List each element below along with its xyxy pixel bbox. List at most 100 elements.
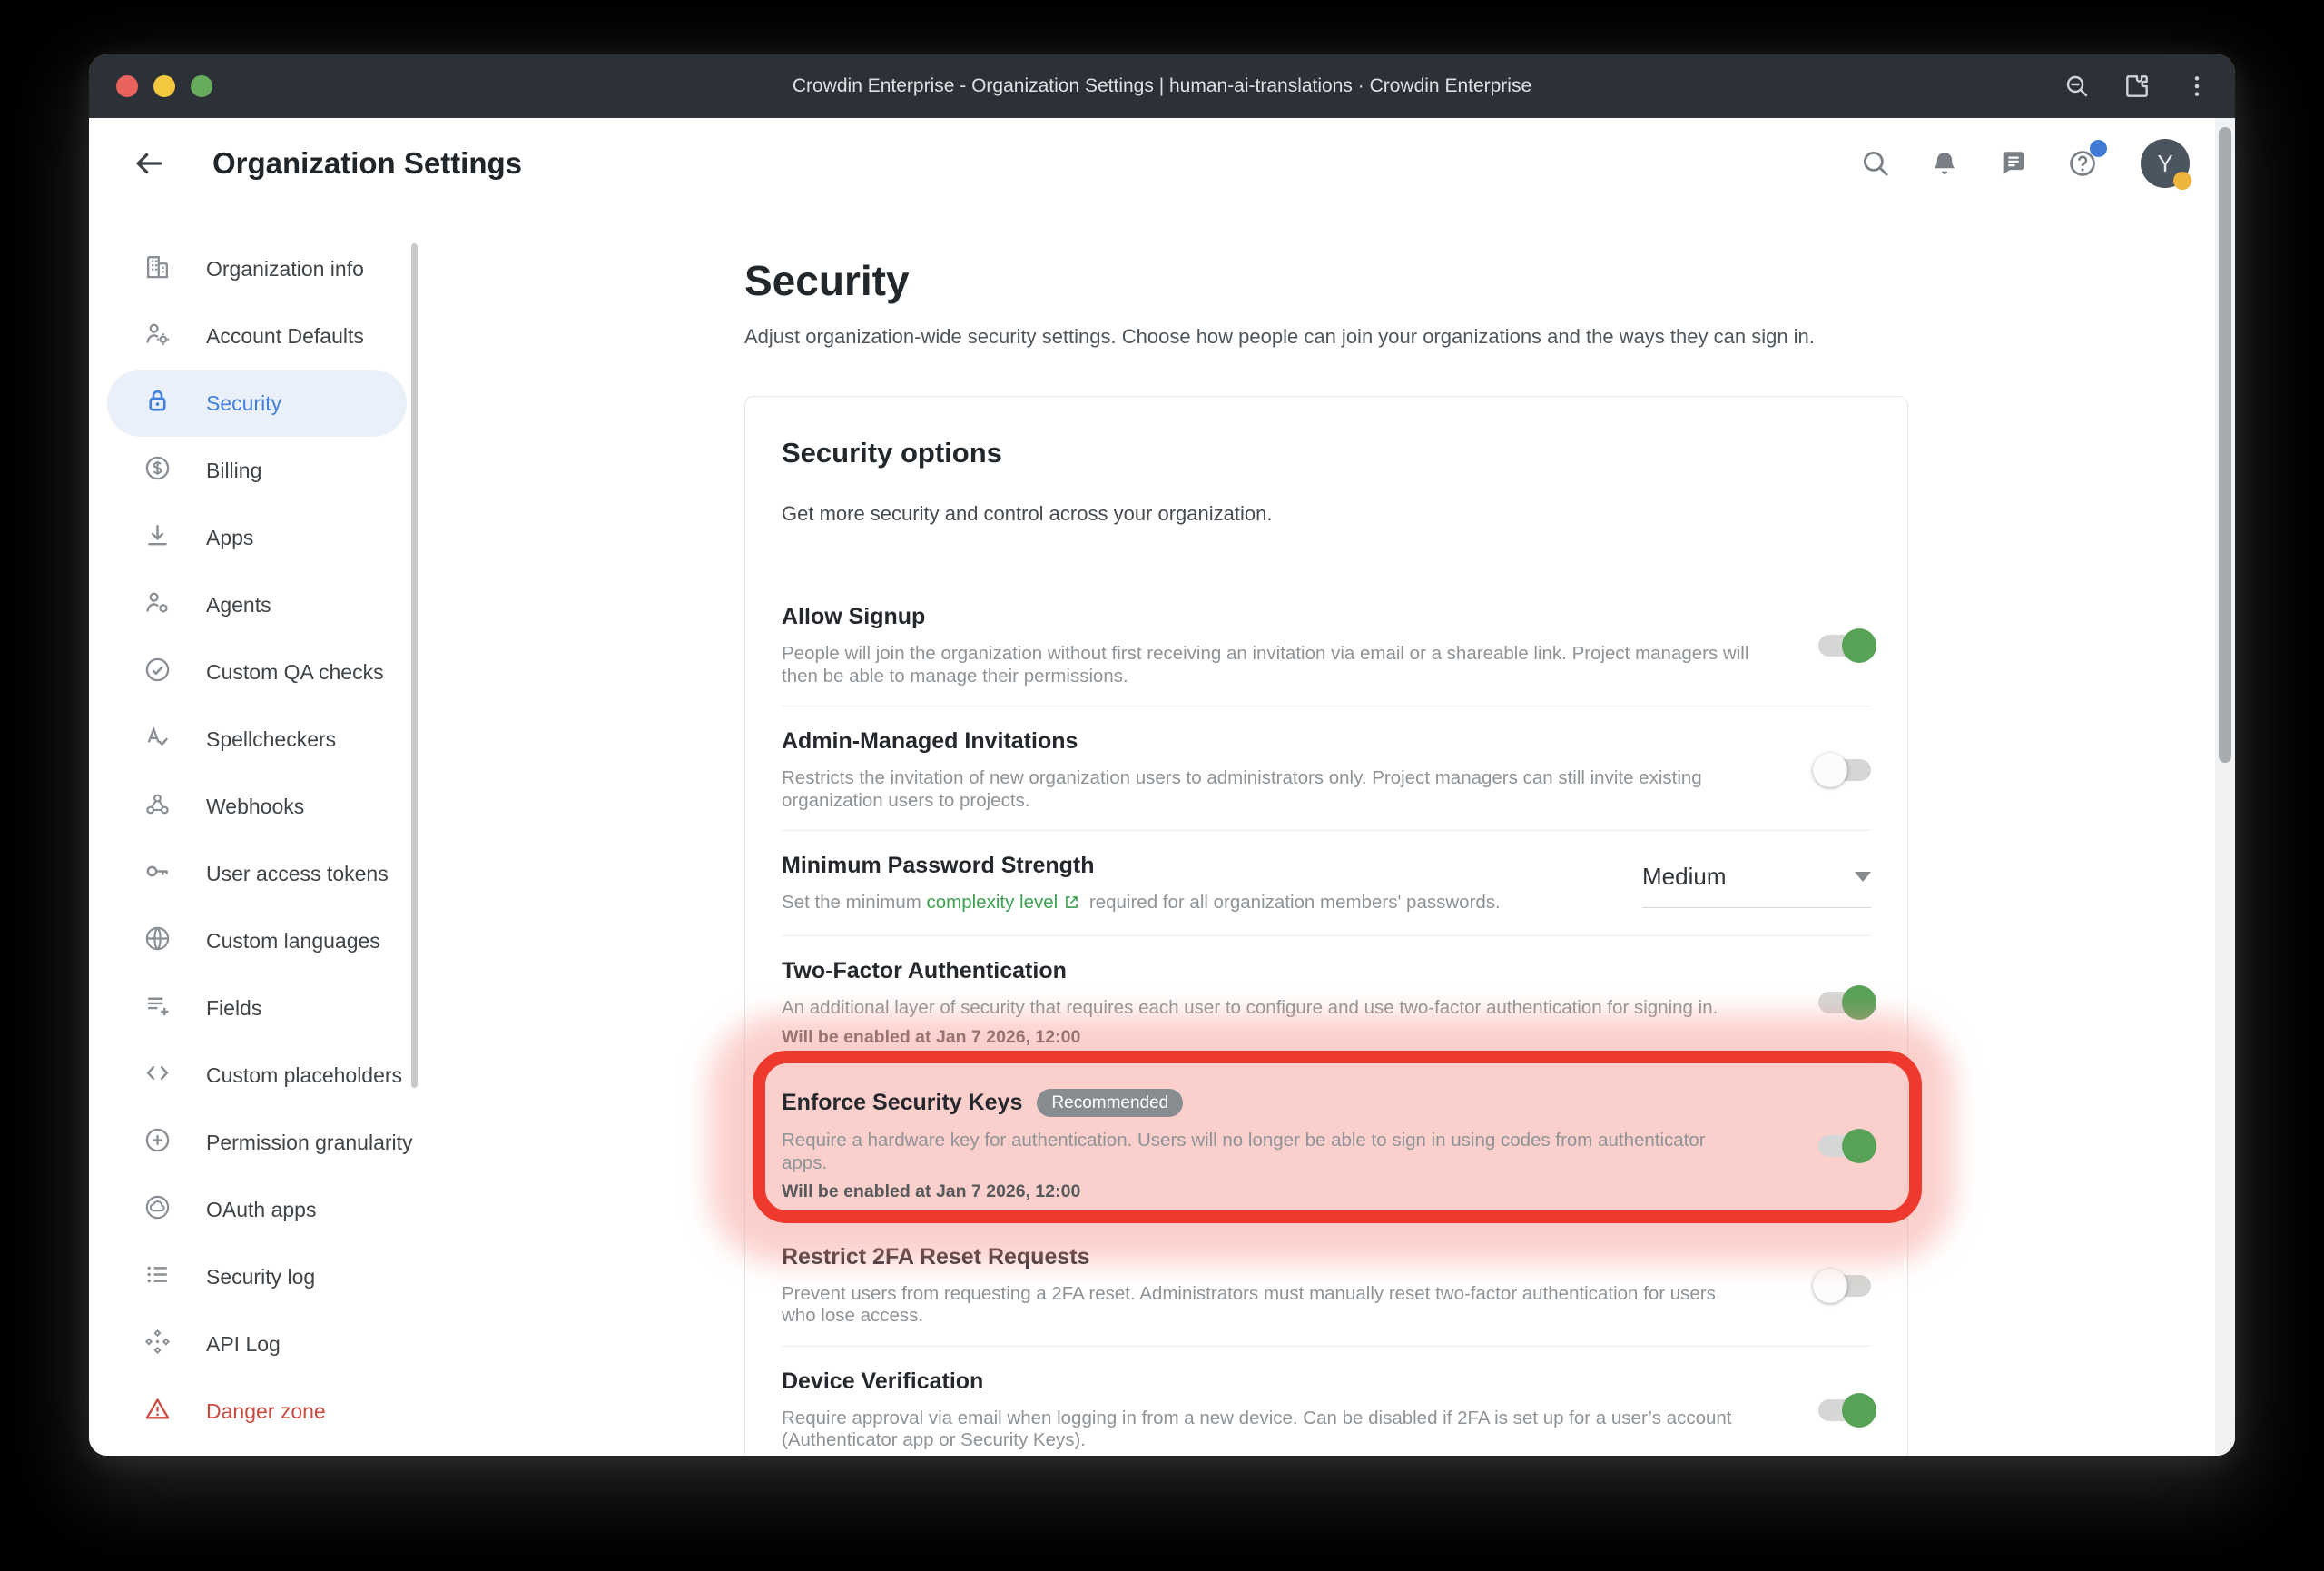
sidebar-item-webhooks[interactable]: Webhooks <box>107 773 407 840</box>
setting-title: Two-Factor Authentication <box>782 958 1067 984</box>
chevron-down-icon <box>1855 872 1871 882</box>
list-icon <box>143 1260 172 1293</box>
sidebar-item-oauth-apps[interactable]: OAuth apps <box>107 1176 407 1243</box>
device-verification-toggle[interactable] <box>1818 1399 1871 1421</box>
sidebar-item-billing[interactable]: Billing <box>107 437 407 504</box>
toggle-knob <box>1842 1393 1876 1428</box>
settings-sidebar: Organization info Account Defaults Secur… <box>89 209 445 1456</box>
security-options-card: Security options Get more security and c… <box>744 396 1908 1456</box>
sidebar-item-spellcheckers[interactable]: Spellcheckers <box>107 706 407 773</box>
toggle-knob <box>1813 753 1847 787</box>
app-header: Organization Settings Y <box>89 118 2235 209</box>
notifications-bell-icon[interactable] <box>1926 145 1963 182</box>
zoom-out-icon[interactable] <box>2063 72 2092 101</box>
code-icon <box>143 1059 172 1092</box>
browser-titlebar: Crowdin Enterprise - Organization Settin… <box>89 54 2235 118</box>
back-button[interactable] <box>129 143 169 183</box>
dollar-icon <box>143 454 172 487</box>
setting-description: Set the minimum complexity level require… <box>782 892 1579 917</box>
sidebar-item-api-log[interactable]: API Log <box>107 1310 407 1378</box>
sidebar-item-label: Custom QA checks <box>206 660 384 685</box>
sidebar-item-fields[interactable]: Fields <box>107 974 407 1042</box>
sidebar-item-label: Security log <box>206 1265 315 1289</box>
extensions-icon[interactable] <box>2122 72 2152 101</box>
setting-row-restrict-2fa-reset-requests: Restrict 2FA Reset Requests Prevent user… <box>782 1221 1871 1346</box>
sidebar-item-account-defaults[interactable]: Account Defaults <box>107 302 407 370</box>
setting-description: People will join the organization withou… <box>782 643 1755 687</box>
desktop-background: Crowdin Enterprise - Organization Settin… <box>0 0 2324 1571</box>
setting-row-admin-managed-invitations: Admin-Managed Invitations Restricts the … <box>782 706 1871 830</box>
traffic-lights <box>116 75 212 97</box>
sidebar-item-label: Permission granularity <box>206 1131 413 1155</box>
sidebar-nav: Organization info Account Defaults Secur… <box>89 235 445 1445</box>
sidebar-item-custom-qa-checks[interactable]: Custom QA checks <box>107 638 407 706</box>
sidebar-item-security[interactable]: Security <box>107 370 407 437</box>
setting-description: Require approval via email when logging … <box>782 1408 1755 1452</box>
settings-rows: Allow Signup People will join the organi… <box>782 582 1871 1456</box>
sidebar-item-label: Organization info <box>206 257 364 282</box>
person-box-icon <box>143 588 172 621</box>
sidebar-item-custom-placeholders[interactable]: Custom placeholders <box>107 1042 407 1109</box>
sidebar-item-label: Agents <box>206 593 271 618</box>
minimum-password-strength-select[interactable]: Medium <box>1642 863 1871 908</box>
close-window-button[interactable] <box>116 75 138 97</box>
sidebar-item-danger-zone[interactable]: Danger zone <box>107 1378 407 1445</box>
sidebar-item-custom-languages[interactable]: Custom languages <box>107 907 407 974</box>
sidebar-item-label: Apps <box>206 526 253 550</box>
setting-title: Device Verification <box>782 1368 983 1395</box>
sidebar-item-user-access-tokens[interactable]: User access tokens <box>107 840 407 907</box>
sidebar-item-organization-info[interactable]: Organization info <box>107 235 407 302</box>
sidebar-item-security-log[interactable]: Security log <box>107 1243 407 1310</box>
recommended-badge: Recommended <box>1037 1089 1183 1117</box>
avatar-initial: Y <box>2157 150 2172 178</box>
browser-tab-title: Crowdin Enterprise - Organization Settin… <box>89 75 2235 97</box>
two-factor-authentication-toggle[interactable] <box>1818 992 1871 1013</box>
setting-row-two-factor-authentication: Two-Factor Authentication An additional … <box>782 935 1871 1066</box>
maximize-window-button[interactable] <box>191 75 212 97</box>
cloud-circle-icon <box>143 1193 172 1226</box>
setting-description: Restricts the invitation of new organiza… <box>782 767 1755 812</box>
enforce-security-keys-toggle[interactable] <box>1818 1135 1871 1157</box>
setting-title: Enforce Security Keys <box>782 1090 1022 1116</box>
kebab-menu-icon[interactable] <box>2182 72 2211 101</box>
restrict-2fa-reset-requests-toggle[interactable] <box>1818 1275 1871 1297</box>
sidebar-item-label: Custom languages <box>206 929 380 953</box>
avatar[interactable]: Y <box>2141 139 2190 188</box>
search-icon[interactable] <box>1857 145 1894 182</box>
main-content: Security Adjust organization-wide securi… <box>445 209 2235 1456</box>
check-circle-icon <box>143 656 172 688</box>
sidebar-item-agents[interactable]: Agents <box>107 571 407 638</box>
page-header-title: Organization Settings <box>212 146 522 181</box>
complexity-level-link[interactable]: complexity level <box>927 892 1059 913</box>
setting-description: Prevent users from requesting a 2FA rese… <box>782 1283 1755 1328</box>
allow-signup-toggle[interactable] <box>1818 635 1871 657</box>
sidebar-item-label: API Log <box>206 1332 281 1357</box>
sidebar-item-label: Billing <box>206 459 261 483</box>
window-scrollbar-track <box>2215 118 2235 1456</box>
admin-managed-invitations-toggle[interactable] <box>1818 759 1871 781</box>
sidebar-item-label: Danger zone <box>206 1399 326 1424</box>
setting-row-minimum-password-strength: Minimum Password Strength Set the minimu… <box>782 830 1871 935</box>
setting-schedule-note: Will be enabled at Jan 7 2026, 12:00 <box>782 1181 1755 1202</box>
spellcheck-icon <box>143 723 172 756</box>
sidebar-item-permission-granularity[interactable]: Permission granularity <box>107 1109 407 1176</box>
help-icon[interactable] <box>2064 145 2101 182</box>
setting-description: Require a hardware key for authenticatio… <box>782 1130 1755 1174</box>
setting-title: Admin-Managed Invitations <box>782 728 1078 755</box>
sidebar-item-label: Spellcheckers <box>206 727 336 752</box>
card-title: Security options <box>782 437 1871 469</box>
messages-icon[interactable] <box>1995 145 2032 182</box>
globe-icon <box>143 924 172 957</box>
toggle-knob <box>1842 1129 1876 1163</box>
webhook-icon <box>143 790 172 823</box>
sidebar-item-label: Account Defaults <box>206 324 364 349</box>
toggle-knob <box>1813 1269 1847 1303</box>
plus-circle-icon <box>143 1126 172 1159</box>
lock-icon <box>143 387 172 420</box>
card-subtitle: Get more security and control across you… <box>782 502 1871 526</box>
sidebar-item-apps[interactable]: Apps <box>107 504 407 571</box>
minimize-window-button[interactable] <box>153 75 175 97</box>
setting-title: Minimum Password Strength <box>782 853 1094 879</box>
sidebar-scrollbar-thumb[interactable] <box>411 243 418 1088</box>
window-scrollbar-thumb[interactable] <box>2219 127 2231 763</box>
